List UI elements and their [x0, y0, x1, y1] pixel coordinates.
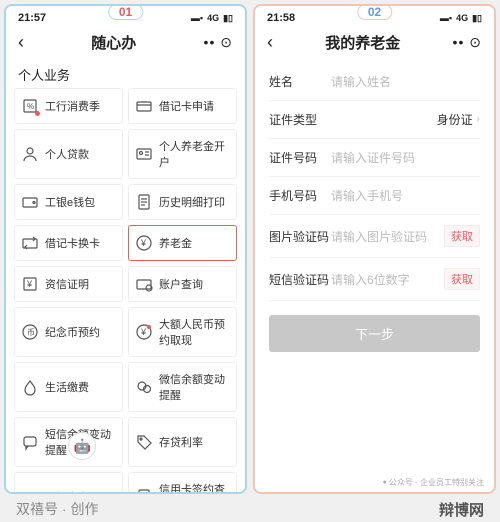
next-button[interactable]: 下一步 — [269, 315, 480, 352]
svg-text:¥: ¥ — [140, 327, 147, 337]
service-label: 账户查询 — [159, 276, 203, 292]
service-person-card[interactable]: 个人养老金开户 — [128, 129, 237, 179]
svg-text:¥: ¥ — [26, 279, 33, 289]
form-row-证件号码[interactable]: 证件号码请输入证件号码 — [269, 139, 480, 177]
person-doc-icon — [135, 488, 153, 492]
card-swap-icon — [21, 234, 39, 252]
chevron-right-icon: › — [477, 114, 480, 125]
form-row-短信验证码[interactable]: 短信验证码请输入6位数字获取 — [269, 258, 480, 301]
service-yen-box[interactable]: ¥ 资信证明 — [14, 266, 123, 302]
more-icon[interactable]: •• ⊙ — [204, 34, 233, 51]
service-label: 微信余额变动提醒 — [159, 371, 230, 403]
signal-icon: ▬▪ — [440, 13, 452, 23]
field-input[interactable]: 请输入图片验证码 — [331, 228, 444, 245]
sms-icon — [21, 433, 39, 451]
yen-icon: ¥ — [135, 234, 153, 252]
phone-tag: 02 — [357, 4, 392, 20]
service-person-doc[interactable]: 信用卡签约查询 — [128, 472, 237, 492]
service-doc[interactable]: 历史明细打印 — [128, 184, 237, 220]
service-label: 借记卡申请 — [159, 98, 214, 114]
service-label: 一键绑卡 — [45, 489, 89, 492]
service-label: 资信证明 — [45, 276, 89, 292]
field-label: 证件号码 — [269, 149, 331, 166]
service-pay-card[interactable]: PAY 一键绑卡 — [14, 472, 123, 492]
phone-tag: 01 — [108, 4, 143, 20]
battery-icon: ▮▯ — [223, 13, 233, 24]
percent-icon: % — [21, 97, 39, 115]
service-label: 工行消费季 — [45, 98, 100, 114]
back-icon[interactable]: ‹ — [267, 32, 273, 53]
service-label: 工银e钱包 — [45, 194, 95, 210]
section-title: 个人业务 — [6, 59, 245, 88]
card-q-icon — [135, 275, 153, 293]
person-icon — [21, 145, 39, 163]
time: 21:57 — [18, 12, 46, 24]
service-grid: % 工行消费季 借记卡申请个人贷款 个人养老金开户工银e钱包 历史明细打印借记卡换卡 ¥ 养… — [6, 88, 245, 492]
signal-icon: ▬▪ — [191, 13, 203, 23]
service-wechat[interactable]: 微信余额变动提醒 — [128, 362, 237, 412]
service-percent[interactable]: % 工行消费季 — [14, 88, 123, 124]
field-label: 手机号码 — [269, 187, 331, 204]
form-row-图片验证码[interactable]: 图片验证码请输入图片验证码获取 — [269, 215, 480, 258]
form-row-手机号码[interactable]: 手机号码请输入手机号 — [269, 177, 480, 215]
svg-text:币: 币 — [27, 328, 35, 337]
service-label: 大额人民币预约取现 — [159, 316, 230, 348]
field-input[interactable]: 请输入证件号码 — [331, 149, 480, 166]
service-label: 个人贷款 — [45, 146, 89, 162]
service-yen-alert[interactable]: ¥ 大额人民币预约取现 — [128, 307, 237, 357]
service-label: 养老金 — [159, 235, 192, 251]
footer-note: 公众号 - 企业员工特别关注 — [383, 477, 484, 488]
service-label: 个人养老金开户 — [159, 138, 230, 170]
battery-icon: ▮▯ — [472, 13, 482, 24]
field-value: 身份证 — [437, 111, 473, 128]
service-card[interactable]: 借记卡申请 — [128, 88, 237, 124]
pay-card-icon: PAY — [21, 488, 39, 492]
service-label: 纪念币预约 — [45, 324, 100, 340]
service-coin[interactable]: 币 纪念币预约 — [14, 307, 123, 357]
coin-icon: 币 — [21, 323, 39, 341]
service-card-q[interactable]: 账户查询 — [128, 266, 237, 302]
doc-icon — [135, 193, 153, 211]
wechat-icon — [135, 378, 153, 396]
service-label: 生活缴费 — [45, 379, 89, 395]
wallet-icon — [21, 193, 39, 211]
get-code-button[interactable]: 获取 — [444, 268, 480, 290]
svg-text:¥: ¥ — [140, 238, 147, 248]
field-input[interactable]: 请输入手机号 — [331, 187, 480, 204]
svg-text:%: % — [27, 102, 34, 111]
watermark: 双禧号 · 创作 辩博网 — [0, 499, 500, 520]
form-row-证件类型[interactable]: 证件类型 身份证 › — [269, 101, 480, 139]
more-icon[interactable]: •• ⊙ — [453, 34, 482, 51]
person-card-icon — [135, 145, 153, 163]
yen-alert-icon: ¥ — [135, 323, 153, 341]
service-label: 借记卡换卡 — [45, 235, 100, 251]
field-label: 图片验证码 — [269, 228, 331, 245]
form-row-姓名[interactable]: 姓名请输入姓名 — [269, 63, 480, 101]
assistant-icon[interactable]: 🤖 — [68, 432, 96, 460]
field-input[interactable]: 请输入6位数字 — [331, 271, 444, 288]
service-label: 存贷利率 — [159, 434, 203, 450]
card-icon — [135, 97, 153, 115]
service-label: 历史明细打印 — [159, 194, 225, 210]
service-drop[interactable]: 生活缴费 — [14, 362, 123, 412]
service-label: 信用卡签约查询 — [159, 481, 230, 492]
service-card-swap[interactable]: 借记卡换卡 — [14, 225, 123, 261]
get-code-button[interactable]: 获取 — [444, 225, 480, 247]
drop-icon — [21, 378, 39, 396]
yen-box-icon: ¥ — [21, 275, 39, 293]
time: 21:58 — [267, 12, 295, 24]
page-title: 我的养老金 — [325, 32, 400, 53]
tag-icon — [135, 433, 153, 451]
field-input[interactable]: 请输入姓名 — [331, 73, 480, 90]
back-icon[interactable]: ‹ — [18, 32, 24, 53]
service-person[interactable]: 个人贷款 — [14, 129, 123, 179]
page-title: 随心办 — [91, 32, 136, 53]
field-label: 短信验证码 — [269, 271, 331, 288]
field-label: 证件类型 — [269, 111, 331, 128]
service-yen[interactable]: ¥ 养老金 — [128, 225, 237, 261]
pension-form: 姓名请输入姓名证件类型身份证›证件号码请输入证件号码手机号码请输入手机号图片验证… — [255, 59, 494, 370]
field-label: 姓名 — [269, 73, 331, 90]
service-wallet[interactable]: 工银e钱包 — [14, 184, 123, 220]
service-tag[interactable]: 存贷利率 — [128, 417, 237, 467]
